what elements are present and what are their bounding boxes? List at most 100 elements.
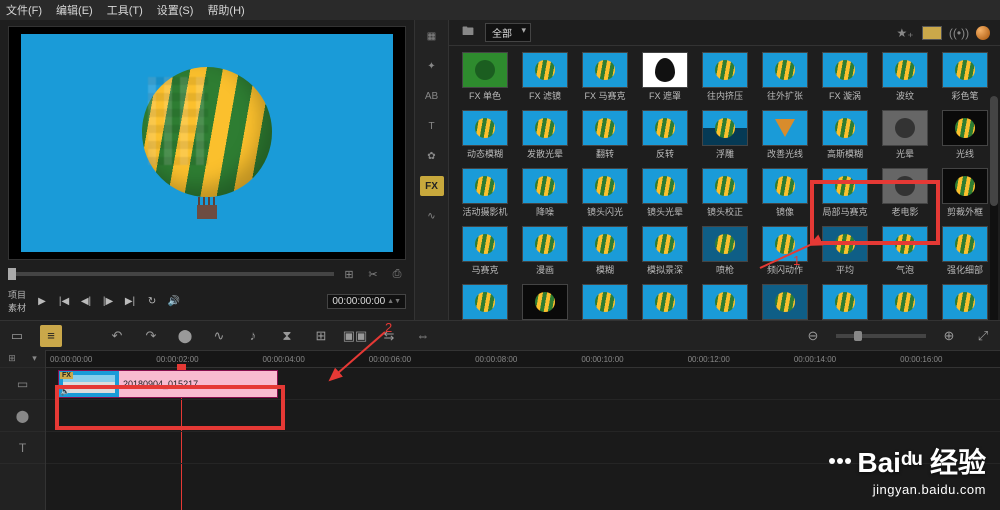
fx-item[interactable] xyxy=(457,284,513,320)
category-dropdown[interactable]: 全部 xyxy=(485,23,531,42)
fx-item[interactable]: 局部马赛克 xyxy=(817,168,873,222)
title-track-header[interactable]: T xyxy=(0,432,45,464)
marker-button[interactable]: ⧗ xyxy=(276,325,298,347)
favorite-icon[interactable]: ★₊ xyxy=(896,24,914,42)
chapter-button[interactable]: ▣▣ xyxy=(344,325,366,347)
library-fx-icon[interactable]: FX xyxy=(420,176,444,196)
tab-project[interactable]: 项目 xyxy=(8,288,26,301)
fx-item[interactable]: 老电影 xyxy=(877,168,933,222)
fx-item[interactable]: 浮雕 xyxy=(697,110,753,164)
fx-item[interactable]: 镜头光晕 xyxy=(637,168,693,222)
preview-viewport[interactable] xyxy=(8,26,406,260)
fx-item[interactable]: 漫画 xyxy=(517,226,573,280)
fx-item[interactable]: FX 单色 xyxy=(457,52,513,106)
fx-item[interactable] xyxy=(757,284,813,320)
split-icon[interactable]: ⎙ xyxy=(388,266,406,282)
fx-item[interactable]: 往外扩张 xyxy=(757,52,813,106)
fx-item[interactable]: 气泡 xyxy=(877,226,933,280)
storyboard-view-button[interactable]: ▭ xyxy=(6,325,28,347)
library-sparkle-icon[interactable]: ✦ xyxy=(420,56,444,76)
fx-item[interactable]: 降噪 xyxy=(517,168,573,222)
fit-project-button[interactable]: ⤢ xyxy=(972,325,994,347)
zoom-slider[interactable] xyxy=(836,334,926,338)
fx-item[interactable]: 剪裁外框 xyxy=(937,168,993,222)
sound-icon[interactable]: ((•)) xyxy=(950,24,968,42)
menu-help[interactable]: 帮助(H) xyxy=(207,2,244,18)
fx-item[interactable]: 反转 xyxy=(637,110,693,164)
color-orb-icon[interactable] xyxy=(976,26,990,40)
fx-item[interactable]: 模拟景深 xyxy=(637,226,693,280)
menu-tool[interactable]: 工具(T) xyxy=(107,2,143,18)
fx-item[interactable]: 喷枪 xyxy=(697,226,753,280)
video-track[interactable]: FX 🔊 20180904_015217 xyxy=(46,368,1000,400)
redo-button[interactable]: ↷ xyxy=(140,325,162,347)
overlay-track-header[interactable]: ⬤ xyxy=(0,400,45,432)
toggle-icon[interactable]: ⊞ xyxy=(8,353,16,364)
system-icon[interactable]: ⊞ xyxy=(340,266,358,282)
fx-item[interactable]: 频闪动作 xyxy=(757,226,813,280)
auto-music-button[interactable]: ♪ xyxy=(242,325,264,347)
zoom-in-button[interactable]: ⊕ xyxy=(938,325,960,347)
fx-item[interactable]: 高斯模糊 xyxy=(817,110,873,164)
fx-item[interactable]: 强化细部 xyxy=(937,226,993,280)
tab-clip[interactable]: 素材 xyxy=(8,301,26,314)
filmstrip-icon[interactable] xyxy=(922,26,942,40)
folder-icon[interactable]: 🖿 xyxy=(459,24,477,42)
fx-item[interactable] xyxy=(877,284,933,320)
fx-item[interactable]: 往内挤压 xyxy=(697,52,753,106)
volume-button[interactable]: 🔊 xyxy=(164,291,184,311)
fx-item[interactable]: 光晕 xyxy=(877,110,933,164)
tracks-area[interactable]: FX 🔊 20180904_015217 xyxy=(46,368,1000,510)
timeline-view-button[interactable]: ≡ xyxy=(40,325,62,347)
fx-item[interactable]: FX 马赛克 xyxy=(577,52,633,106)
fit-button[interactable]: ⇔ xyxy=(412,325,434,347)
menu-edit[interactable]: 编辑(E) xyxy=(56,2,93,18)
video-clip[interactable]: FX 🔊 20180904_015217 xyxy=(58,370,278,398)
video-track-header[interactable]: ▭ xyxy=(0,368,45,400)
fx-item[interactable]: FX 漩涡 xyxy=(817,52,873,106)
fx-item[interactable] xyxy=(637,284,693,320)
scrollbar[interactable] xyxy=(990,96,998,320)
fx-item[interactable]: 光线 xyxy=(937,110,993,164)
next-frame-button[interactable]: ▶| xyxy=(120,291,140,311)
fx-item[interactable]: 发散光晕 xyxy=(517,110,573,164)
loop-button[interactable]: ↻ xyxy=(142,291,162,311)
library-graphic-icon[interactable]: ✿ xyxy=(420,146,444,166)
fx-item[interactable]: 改善光线 xyxy=(757,110,813,164)
fx-item[interactable]: 马赛克 xyxy=(457,226,513,280)
cut-icon[interactable]: ✂ xyxy=(364,266,382,282)
fx-item[interactable] xyxy=(577,284,633,320)
fx-item[interactable]: 彩色笔 xyxy=(937,52,993,106)
play-button[interactable]: ▶ xyxy=(32,291,52,311)
menu-file[interactable]: 文件(F) xyxy=(6,2,42,18)
fx-item[interactable]: 镜像 xyxy=(757,168,813,222)
library-path-icon[interactable]: ∿ xyxy=(420,206,444,226)
timecode-display[interactable]: 00:00:00:00 ▲▼ xyxy=(327,294,406,309)
fx-item[interactable]: 波纹 xyxy=(877,52,933,106)
library-media-icon[interactable]: ▦ xyxy=(420,26,444,46)
menu-setting[interactable]: 设置(S) xyxy=(157,2,194,18)
library-transition-icon[interactable]: AB xyxy=(420,86,444,106)
fx-item[interactable]: 活动摄影机 xyxy=(457,168,513,222)
fx-item[interactable] xyxy=(817,284,873,320)
fx-item[interactable]: 模糊 xyxy=(577,226,633,280)
fx-item[interactable]: 镜头闪光 xyxy=(577,168,633,222)
fx-item[interactable]: FX 滤镜 xyxy=(517,52,573,106)
step-fwd-button[interactable]: |▶ xyxy=(98,291,118,311)
fx-item[interactable] xyxy=(517,284,573,320)
prev-frame-button[interactable]: |◀ xyxy=(54,291,74,311)
record-button[interactable]: ⬤ xyxy=(174,325,196,347)
collapse-icon[interactable]: ▾ xyxy=(32,353,37,364)
overlay-track[interactable] xyxy=(46,400,1000,432)
audio-mixer-button[interactable]: ∿ xyxy=(208,325,230,347)
track-button[interactable]: ⊞ xyxy=(310,325,332,347)
fx-item[interactable]: 平均 xyxy=(817,226,873,280)
fx-item[interactable] xyxy=(697,284,753,320)
fx-item[interactable]: 动态模糊 xyxy=(457,110,513,164)
fx-item[interactable]: FX 遮罩 xyxy=(637,52,693,106)
library-title-icon[interactable]: T xyxy=(420,116,444,136)
undo-button[interactable]: ↶ xyxy=(106,325,128,347)
zoom-out-button[interactable]: ⊖ xyxy=(802,325,824,347)
fx-item[interactable]: 镜头校正 xyxy=(697,168,753,222)
fx-item[interactable]: 翻转 xyxy=(577,110,633,164)
